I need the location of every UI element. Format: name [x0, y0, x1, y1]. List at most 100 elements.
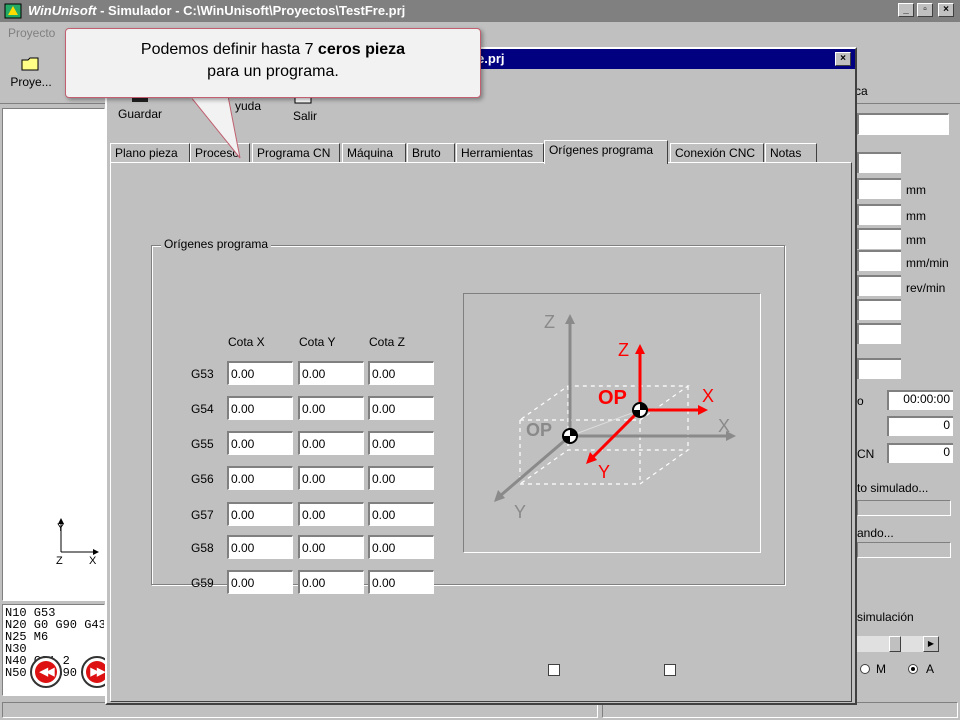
g58-x-input[interactable]: 0.00 — [227, 535, 293, 559]
g55-z-input[interactable]: 0.00 — [368, 431, 434, 455]
main-title-bar: WinUnisoft - Simulador - C:\WinUnisoft\P… — [0, 0, 960, 22]
tab-notas[interactable]: Notas — [765, 143, 817, 163]
g57-x-input[interactable]: 0.00 — [227, 502, 293, 526]
g59-z-input[interactable]: 0.00 — [368, 570, 434, 594]
slider-right-arrow-icon[interactable]: ▶ — [923, 636, 939, 652]
machine-y-label: Y — [514, 502, 526, 522]
origins-diagram: Z X Y OP Z X Y OP — [463, 293, 761, 553]
unit-label: mm — [906, 183, 926, 197]
column-header-y: Cota Y — [299, 335, 336, 349]
g59-x-input[interactable]: 0.00 — [227, 570, 293, 594]
step-checkbox[interactable] — [664, 664, 676, 676]
g53-x-input[interactable]: 0.00 — [227, 361, 293, 385]
counter-display: 0 — [887, 416, 953, 436]
g59-y-input[interactable]: 0.00 — [298, 570, 364, 594]
param-field[interactable] — [857, 152, 901, 173]
elapsed-time-display: 00:00:00 — [887, 390, 953, 410]
g57-y-input[interactable]: 0.00 — [298, 502, 364, 526]
param-field[interactable] — [857, 323, 901, 344]
column-header-x: Cota X — [228, 335, 265, 349]
g53-z-input[interactable]: 0.00 — [368, 361, 434, 385]
exit-button[interactable]: Salir — [283, 88, 327, 123]
param-field[interactable] — [857, 275, 901, 296]
unit-label: mm — [906, 209, 926, 223]
g58-y-input[interactable]: 0.00 — [298, 535, 364, 559]
axis-label-x: X — [89, 555, 97, 567]
tab-maquina[interactable]: Máquina — [342, 143, 406, 163]
param-field[interactable] — [857, 228, 901, 249]
param-field[interactable] — [857, 299, 901, 320]
g54-x-input[interactable]: 0.00 — [227, 396, 293, 420]
maximize-button[interactable]: ▫ — [917, 3, 933, 17]
speed-slider-thumb[interactable] — [889, 636, 901, 652]
unit-label: mm — [906, 233, 926, 247]
g56-x-input[interactable]: 0.00 — [227, 466, 293, 490]
callout-emphasis: ceros pieza — [317, 41, 406, 58]
g56-z-input[interactable]: 0.00 — [368, 466, 434, 490]
menu-proyecto[interactable]: Proyecto — [8, 26, 55, 40]
tab-conexion-cnc[interactable]: Conexión CNC — [670, 143, 764, 163]
radio-a[interactable] — [908, 664, 918, 674]
tutorial-callout: Podemos definir hasta 7 ceros pieza para… — [65, 28, 481, 98]
origins-diagram-figure: Z X Y OP Z X Y OP — [494, 312, 736, 522]
origin-code-g58: G58 — [191, 541, 214, 555]
save-button[interactable]: Guardar — [113, 89, 167, 121]
tab-origenes-programa[interactable]: Orígenes programa — [544, 140, 668, 164]
running-progress-bar — [857, 542, 951, 558]
open-project-label: Proye... — [10, 75, 52, 89]
g55-x-input[interactable]: 0.00 — [227, 431, 293, 455]
close-button[interactable]: × — [938, 3, 954, 17]
radio-a-label: A — [926, 662, 935, 676]
tab-plano-pieza[interactable]: Plano pieza — [110, 143, 190, 163]
part-x-label: X — [702, 386, 714, 406]
machine-z-label: Z — [544, 312, 555, 332]
column-header-z: Cota Z — [369, 335, 406, 349]
param-field[interactable] — [857, 204, 901, 225]
g54-z-input[interactable]: 0.00 — [368, 396, 434, 420]
param-field[interactable] — [857, 358, 901, 379]
tab-bruto[interactable]: Bruto — [407, 143, 455, 163]
param-field[interactable] — [857, 250, 901, 271]
rewind-icon: ◀◀ — [35, 661, 57, 683]
radio-m[interactable] — [860, 664, 870, 674]
main-window-title: WinUnisoft - Simulador - C:\WinUnisoft\P… — [28, 3, 406, 18]
tab-panel: Orígenes programa Cota X Cota Y Cota Z G… — [110, 162, 852, 702]
machine-origin-label: OP — [526, 420, 552, 440]
g58-z-input[interactable]: 0.00 — [368, 535, 434, 559]
axis-label-z: Z — [56, 555, 63, 567]
part-origin-label: OP — [598, 387, 627, 409]
callout-pointer-icon — [188, 95, 241, 159]
callout-text-2: para un programa. — [207, 63, 339, 80]
part-z-label: Z — [618, 340, 629, 360]
machine-x-label: X — [718, 416, 730, 436]
g53-y-input[interactable]: 0.00 — [298, 361, 364, 385]
right-top-field[interactable] — [857, 113, 949, 135]
cn-counter-display: 0 — [887, 443, 953, 463]
previous-slide-button[interactable]: ◀◀ — [30, 656, 62, 688]
simulated-progress-bar — [857, 500, 951, 516]
param-field[interactable] — [857, 178, 901, 199]
open-project-button[interactable]: Proye... — [6, 54, 56, 89]
g55-y-input[interactable]: 0.00 — [298, 431, 364, 455]
running-progress-label: ando... — [857, 526, 894, 540]
folder-icon — [21, 57, 39, 71]
minimize-button[interactable]: _ — [898, 3, 914, 17]
time-label: o — [857, 394, 864, 408]
axes-view-pane: Y Z X — [2, 108, 105, 601]
g56-y-input[interactable]: 0.00 — [298, 466, 364, 490]
tool-change-checkbox[interactable] — [548, 664, 560, 676]
dialog-close-button[interactable]: × — [835, 52, 851, 66]
unit-label: mm/min — [906, 256, 949, 270]
origin-code-g54: G54 — [191, 402, 214, 416]
radio-m-label: M — [876, 662, 886, 676]
app-logo-icon — [4, 3, 22, 19]
unit-label: rev/min — [906, 281, 946, 295]
tab-herramientas[interactable]: Herramientas — [456, 143, 544, 163]
origin-code-g57: G57 — [191, 508, 214, 522]
axis-label-y: Y — [57, 522, 65, 534]
g57-z-input[interactable]: 0.00 — [368, 502, 434, 526]
g54-y-input[interactable]: 0.00 — [298, 396, 364, 420]
speed-slider[interactable]: ▶ — [857, 636, 939, 652]
origin-code-g55: G55 — [191, 437, 214, 451]
tab-programa-cn[interactable]: Programa CN — [252, 143, 340, 163]
